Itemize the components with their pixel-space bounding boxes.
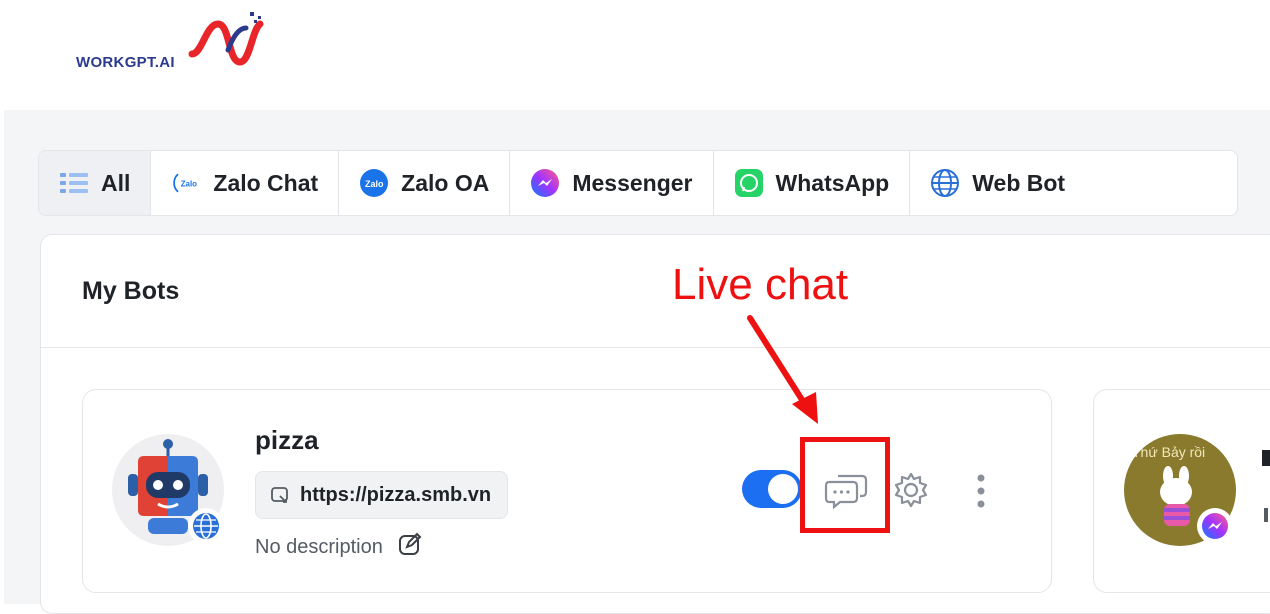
list-icon bbox=[59, 168, 89, 198]
messenger-icon bbox=[530, 168, 560, 198]
bot-url-truncated bbox=[1264, 508, 1268, 522]
settings-button[interactable] bbox=[888, 467, 934, 513]
tab-web-bot[interactable]: Web Bot bbox=[910, 151, 1085, 215]
kebab-menu-icon bbox=[977, 474, 985, 508]
logo-wave-icon bbox=[188, 12, 264, 66]
bot-name-truncated bbox=[1262, 450, 1270, 466]
annotation-arrow-icon bbox=[747, 315, 818, 424]
tab-label: Web Bot bbox=[972, 169, 1066, 196]
bot-url-chip[interactable]: https://pizza.smb.vn bbox=[255, 471, 509, 519]
toggle-knob bbox=[768, 474, 798, 504]
bot-description: No description bbox=[255, 535, 383, 558]
globe-icon bbox=[930, 168, 960, 198]
brand-logo[interactable]: WORKGPT.AI bbox=[76, 10, 266, 71]
tab-all[interactable]: All bbox=[39, 151, 152, 215]
bot-url: https://pizza.smb.vn bbox=[300, 483, 492, 506]
tab-label: All bbox=[101, 169, 131, 196]
bot-enable-toggle[interactable] bbox=[742, 470, 802, 508]
globe-icon bbox=[193, 513, 219, 539]
gear-icon bbox=[894, 472, 928, 508]
section-title: My Bots bbox=[82, 277, 180, 305]
brand-name: WORKGPT.AI bbox=[76, 54, 175, 71]
tab-messenger[interactable]: Messenger bbox=[510, 151, 714, 215]
zalo-oa-icon: Zalo bbox=[359, 168, 389, 198]
edit-description-icon[interactable] bbox=[397, 531, 423, 563]
tab-whatsapp[interactable]: WhatsApp bbox=[714, 151, 911, 215]
tab-label: Messenger bbox=[572, 169, 693, 196]
tab-zalo-chat[interactable]: Zalo Zalo Chat bbox=[151, 151, 340, 215]
bot-name[interactable]: pizza bbox=[255, 425, 319, 456]
zalo-chat-icon: Zalo bbox=[171, 168, 201, 198]
messenger-icon bbox=[1202, 513, 1228, 539]
zalo-chat-icon-text: Zalo bbox=[181, 180, 197, 189]
tab-label: Zalo Chat bbox=[213, 169, 319, 196]
bot-channel-badge bbox=[188, 508, 224, 544]
channel-tabs: All Zalo Zalo Chat Zalo Zalo OA Messenge… bbox=[38, 150, 1238, 216]
link-icon bbox=[271, 487, 288, 503]
bot-channel-badge bbox=[1197, 508, 1233, 544]
more-options-button[interactable] bbox=[966, 468, 996, 514]
annotation-label: Live chat bbox=[672, 260, 849, 309]
tab-label: Zalo OA bbox=[401, 169, 490, 196]
tab-label: WhatsApp bbox=[775, 169, 890, 196]
whatsapp-icon bbox=[734, 168, 764, 198]
bot-description-row: No description bbox=[255, 531, 423, 563]
tab-zalo-oa[interactable]: Zalo Zalo OA bbox=[339, 151, 511, 215]
divider bbox=[41, 347, 1270, 348]
annotation-highlight-box bbox=[800, 437, 890, 533]
zalo-oa-icon-text: Zalo bbox=[365, 179, 384, 189]
